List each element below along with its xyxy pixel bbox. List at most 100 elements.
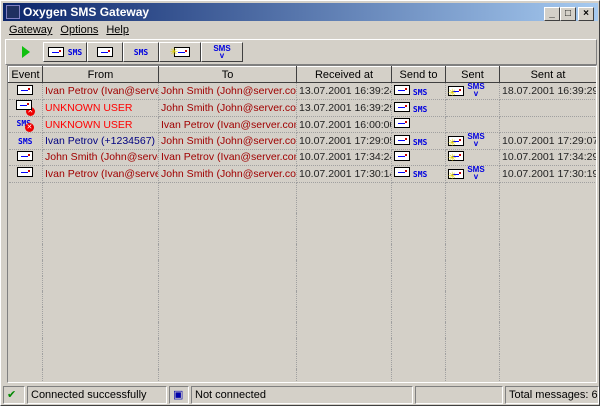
sms-sent-icon: SMS v <box>467 165 485 181</box>
send-to-cell <box>391 116 446 133</box>
email-icon <box>47 47 64 57</box>
email-icon <box>97 47 113 57</box>
to-cell: John Smith (John@server.com) <box>158 165 297 183</box>
sent-at-cell <box>499 116 596 133</box>
send-to-cell: SMS <box>391 82 446 100</box>
event-cell: SMS✕ <box>8 116 43 133</box>
mail-status: Not connected <box>191 386 413 404</box>
to-cell: John Smith (John@server.com) <box>158 132 297 150</box>
empty-row <box>8 306 596 323</box>
send-to-cell <box>391 149 446 166</box>
sms-sent-icon: SMS v <box>467 132 485 148</box>
to-cell: Ivan Petrov (Ivan@server.com) <box>158 116 297 133</box>
sms-icon: SMS <box>67 47 83 57</box>
column-sent-at[interactable]: Sent at <box>499 66 596 83</box>
sms-sent-icon: SMS v <box>467 82 485 98</box>
app-icon <box>6 5 20 19</box>
sent-at-cell <box>499 99 596 117</box>
column-to[interactable]: To <box>158 66 297 83</box>
event-cell <box>8 165 43 183</box>
minimize-button[interactable]: _ <box>544 7 560 21</box>
empty-row <box>8 228 596 245</box>
sms-icon: SMS <box>412 87 428 97</box>
table-row[interactable]: ✕ UNKNOWN USER John Smith (John@server.c… <box>8 99 596 117</box>
email-icon <box>17 150 34 161</box>
to-cell: John Smith (John@server.com) <box>158 99 297 117</box>
sent-cell <box>445 99 500 117</box>
to-cell: John Smith (John@server.com) <box>158 82 297 100</box>
menu-help[interactable]: Help <box>102 22 133 38</box>
empty-row <box>8 260 596 276</box>
status-bar: ✔ Connected successfully ▣ Not connected… <box>3 386 599 404</box>
empty-row <box>8 244 596 261</box>
send-to-cell: SMS <box>391 165 446 183</box>
empty-row <box>8 182 596 198</box>
email-icon <box>15 100 32 110</box>
received-cell: 10.07.2001 17:34:24 <box>296 149 392 166</box>
empty-row <box>8 322 596 339</box>
event-cell: SMS <box>8 132 43 150</box>
send-to-cell: SMS <box>391 132 446 150</box>
column-from[interactable]: From <box>42 66 159 83</box>
received-cell: 10.07.2001 16:00:00 <box>296 116 392 133</box>
sms-button[interactable]: SMS <box>123 42 159 62</box>
sent-at-cell: 10.07.2001 17:29:07 <box>499 132 596 150</box>
table-row[interactable]: Ivan Petrov (Ivan@server John Smith (Joh… <box>8 165 596 183</box>
table-row[interactable]: SMS Ivan Petrov (+1234567) John Smith (J… <box>8 132 596 150</box>
messages-table: Event From To Received at Send to Sent S… <box>7 65 597 383</box>
column-sent[interactable]: Sent <box>445 66 500 83</box>
event-cell <box>8 149 43 166</box>
empty-row <box>8 213 596 229</box>
sent-cell: ✳ SMS v <box>445 165 500 183</box>
email-icon <box>17 84 34 95</box>
email-icon <box>394 84 410 95</box>
from-cell: Ivan Petrov (Ivan@server <box>42 165 159 183</box>
sms-sent-icon: SMS v <box>213 44 231 60</box>
menu-gateway[interactable]: Gateway <box>5 22 56 38</box>
toolbar: SMS SMS ✳ SMS v <box>5 39 597 65</box>
sent-cell: ✳ SMS v <box>445 132 500 150</box>
sent-sms-button[interactable]: SMS v <box>201 42 243 62</box>
sms-icon: SMS <box>133 47 149 57</box>
email-button[interactable] <box>87 42 123 62</box>
star-icon: ✳ <box>448 88 457 99</box>
total-messages: Total messages: 6 <box>505 386 599 404</box>
sent-email-button[interactable]: ✳ <box>159 42 201 62</box>
table-row[interactable]: John Smith (John@server. Ivan Petrov (Iv… <box>8 149 596 166</box>
star-icon: ✳ <box>169 46 179 58</box>
email-icon <box>394 150 410 161</box>
column-send-to[interactable]: Send to <box>391 66 446 83</box>
table-row[interactable]: SMS✕ UNKNOWN USER Ivan Petrov (Ivan@serv… <box>8 116 596 133</box>
empty-row <box>8 338 596 354</box>
sms-icon: SMS <box>412 104 428 114</box>
empty-row <box>8 369 596 382</box>
title-bar: Oxygen SMS Gateway _ □ × <box>3 3 598 21</box>
email-icon <box>394 101 410 112</box>
sms-icon: SMS <box>412 137 428 147</box>
start-button[interactable] <box>10 42 42 62</box>
column-received-at[interactable]: Received at <box>296 66 392 83</box>
sms-icon: SMS <box>412 170 428 180</box>
error-icon: ✕ <box>24 123 34 132</box>
email-sms-button[interactable]: SMS <box>43 42 87 62</box>
sent-cell: ✳ SMS v <box>445 82 500 100</box>
email-icon <box>394 134 410 145</box>
network-icon: ▣ <box>169 386 189 404</box>
sent-at-cell: 10.07.2001 17:34:29 <box>499 149 596 166</box>
maximize-button[interactable]: □ <box>560 7 576 21</box>
star-icon: ✳ <box>448 170 457 182</box>
table-row[interactable]: Ivan Petrov (Ivan@server John Smith (Joh… <box>8 82 596 100</box>
sent-at-cell: 10.07.2001 17:30:19 <box>499 165 596 183</box>
event-cell <box>8 82 43 100</box>
connected-icon: ✔ <box>3 386 25 404</box>
sent-cell: ✳ <box>445 149 500 166</box>
send-to-cell: SMS <box>391 99 446 117</box>
column-event[interactable]: Event <box>8 66 43 83</box>
from-cell: UNKNOWN USER <box>42 116 159 133</box>
event-cell: ✕ <box>8 99 43 117</box>
email-icon <box>17 167 34 178</box>
menu-options[interactable]: Options <box>56 22 102 38</box>
close-button[interactable]: × <box>578 7 594 21</box>
empty-row <box>8 275 596 292</box>
status-panel-empty <box>415 386 503 404</box>
